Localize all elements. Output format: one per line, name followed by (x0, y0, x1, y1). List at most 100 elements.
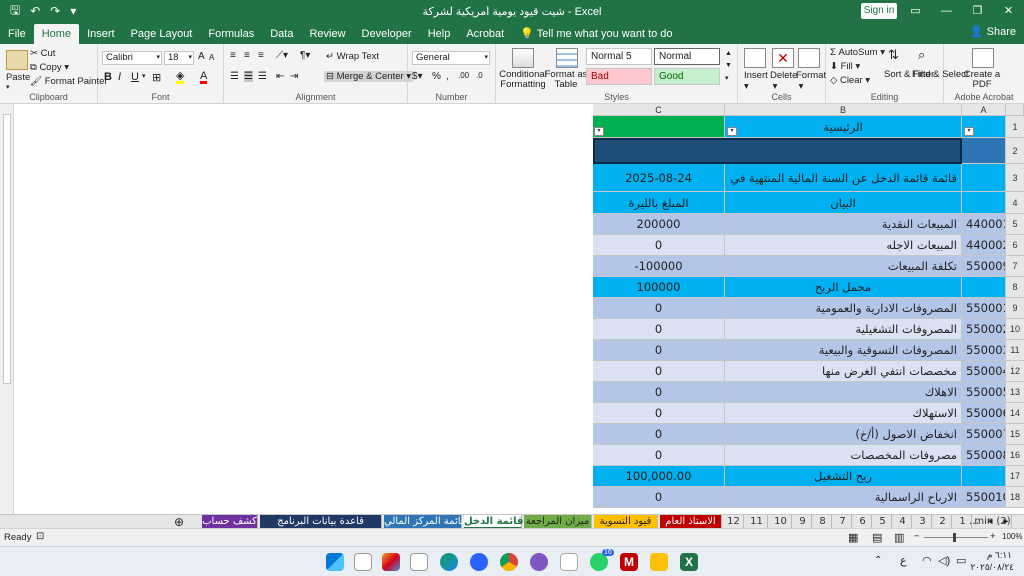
cell-b1[interactable]: الرئيسية (725, 116, 962, 138)
row-header[interactable]: 16 (1006, 445, 1024, 466)
copilot-icon[interactable] (382, 553, 400, 571)
cell-b4-desc-header[interactable]: البيان (725, 192, 962, 214)
clock-time[interactable]: ٦:١١ م (976, 550, 1012, 561)
cell-amount[interactable]: -100000 (593, 256, 725, 277)
right-to-left-icon[interactable]: ¶▾ (300, 50, 310, 61)
sheet-tab[interactable]: 4 (894, 515, 912, 529)
cell-description[interactable]: مخصصات انتفي الغرض منها (725, 361, 962, 382)
wrap-text-button[interactable]: ↵ Wrap Text (326, 51, 379, 62)
cell-account-code[interactable]: 550001 (962, 298, 1006, 319)
comma-style-icon[interactable]: , (446, 71, 449, 82)
tab-formulas[interactable]: Formulas (200, 24, 262, 44)
row-header[interactable]: 14 (1006, 403, 1024, 424)
cell-amount[interactable]: 0 (593, 487, 725, 508)
fill-color-icon[interactable]: ◈ (176, 71, 185, 84)
tab-help[interactable]: Help (420, 24, 459, 44)
cell-c4-amount-header[interactable]: المبلغ بالليرة (593, 192, 725, 214)
sheet-tab[interactable]: 10 (770, 515, 792, 529)
zoom-out-icon[interactable]: − (914, 531, 920, 542)
cell-description[interactable]: المصروفات التشغيلية (725, 319, 962, 340)
filter-dropdown-a-icon[interactable]: ▾ (964, 127, 974, 136)
page-break-view-icon[interactable]: ▥ (894, 531, 904, 544)
zoom-in-icon[interactable]: + (990, 531, 996, 542)
cell-account-code[interactable] (962, 277, 1006, 298)
format-as-table-icon[interactable] (556, 48, 578, 68)
tab-file[interactable]: File (0, 24, 34, 44)
align-left-icon[interactable]: ☰ (230, 71, 239, 82)
input-language[interactable]: ع (900, 554, 907, 567)
cell-a2[interactable] (962, 138, 1006, 164)
cell-account-code[interactable]: 440001 (962, 214, 1006, 235)
sheet-tab[interactable]: 3 (914, 515, 932, 529)
style-normal[interactable]: Normal (654, 48, 720, 65)
row-header[interactable]: 5 (1006, 214, 1024, 235)
cell-description[interactable]: الارباح الراسمالية (725, 487, 962, 508)
font-name-combo[interactable]: Calibri ▾ (102, 51, 162, 65)
macro-record-icon[interactable]: ⊡ (36, 531, 44, 542)
customize-toolbar-icon[interactable]: ▾ (70, 4, 76, 18)
accounting-format-icon[interactable]: $▾ (412, 71, 423, 82)
bold-button[interactable]: B (104, 71, 112, 83)
ribbon-display-options-icon[interactable]: ▭ (900, 0, 931, 22)
increase-decimal-icon[interactable]: .00 (458, 71, 469, 80)
tab-developer[interactable]: Developer (354, 24, 420, 44)
clock-date[interactable]: ٢٠٢٥/٠٨/٢٤ (970, 562, 1014, 573)
new-sheet-icon[interactable]: ⊕ (172, 515, 186, 529)
tab-home[interactable]: Home (33, 24, 80, 44)
cell-account-code[interactable]: 550002 (962, 319, 1006, 340)
row-header[interactable]: 15 (1006, 424, 1024, 445)
underline-dropdown-icon[interactable]: ▾ (142, 72, 146, 80)
task-view-icon[interactable] (354, 553, 372, 571)
sheet-tab[interactable]: قاعدة بيانات البرنامج (260, 515, 382, 529)
scroll-tabs-more-icon[interactable]: … (968, 515, 980, 529)
cell-amount[interactable]: 0 (593, 298, 725, 319)
cell-description[interactable]: ربح التشغيل (725, 466, 962, 487)
filter-dropdown-b-icon[interactable]: ▾ (727, 127, 737, 136)
bottom-align-icon[interactable]: ≡ (258, 50, 264, 61)
cell-account-code[interactable]: 550006 (962, 403, 1006, 424)
insert-cells-button[interactable]: Insert ▾ (744, 70, 768, 92)
file-explorer-icon[interactable] (650, 553, 668, 571)
row-header[interactable]: 17 (1006, 466, 1024, 487)
row-header[interactable]: 11 (1006, 340, 1024, 361)
normal-view-icon[interactable]: ▦ (848, 531, 858, 544)
decrease-decimal-icon[interactable]: .0 (476, 71, 483, 80)
row-header[interactable]: 8 (1006, 277, 1024, 298)
mail-m-icon[interactable]: M (620, 553, 638, 571)
cell-description[interactable]: الاهلاك (725, 382, 962, 403)
close-icon[interactable]: ✕ (993, 0, 1024, 22)
cell-amount[interactable]: 0 (593, 382, 725, 403)
cell-amount[interactable]: 0 (593, 340, 725, 361)
cell-amount[interactable]: 0 (593, 424, 725, 445)
tab-page-layout[interactable]: Page Layout (123, 24, 201, 44)
row-header-2[interactable]: 2 (1006, 138, 1024, 164)
styles-more-icon[interactable]: ▾ (725, 74, 729, 82)
cell-amount[interactable]: 0 (593, 361, 725, 382)
decrease-indent-icon[interactable]: ⇤ (276, 71, 284, 82)
wifi-icon[interactable]: ◠ (922, 554, 932, 567)
conditional-formatting-icon[interactable] (512, 48, 534, 68)
cell-description[interactable]: المصروفات التسوقية والبيعية (725, 340, 962, 361)
copy-button[interactable]: ⧉ Copy ▾ (30, 62, 69, 73)
task-pane-scrollbar[interactable] (3, 114, 11, 384)
cell-account-code[interactable] (962, 466, 1006, 487)
start-windows-icon[interactable] (326, 553, 344, 571)
sheet-tab[interactable]: قيود التسوية (594, 515, 658, 529)
number-format-combo[interactable]: General ▾ (412, 51, 490, 65)
paste-button[interactable]: Paste (6, 72, 30, 83)
percent-icon[interactable]: % (432, 71, 441, 82)
cell-amount[interactable]: 0 (593, 319, 725, 340)
cell-account-code[interactable]: 550008 (962, 445, 1006, 466)
redo-icon[interactable]: ↷ (50, 4, 60, 18)
worksheet-grid[interactable]: C B A الرئيسية ▾ ▾ ▾ 1 2 2025-08-24 قائم… (0, 104, 1024, 514)
filter-dropdown-c-icon[interactable]: ▾ (594, 127, 604, 136)
edge-browser-icon[interactable] (440, 553, 458, 571)
sheet-tab[interactable]: الاستاذ العام (660, 515, 722, 529)
battery-icon[interactable]: ▭ (956, 554, 966, 567)
cell-a4[interactable] (962, 192, 1006, 214)
grow-font-icon[interactable]: A (198, 51, 205, 62)
cut-button[interactable]: ✂ Cut (30, 48, 55, 59)
chrome-icon[interactable] (500, 553, 518, 571)
style-bad[interactable]: Bad (586, 68, 652, 85)
cell-amount[interactable]: 100000 (593, 277, 725, 298)
